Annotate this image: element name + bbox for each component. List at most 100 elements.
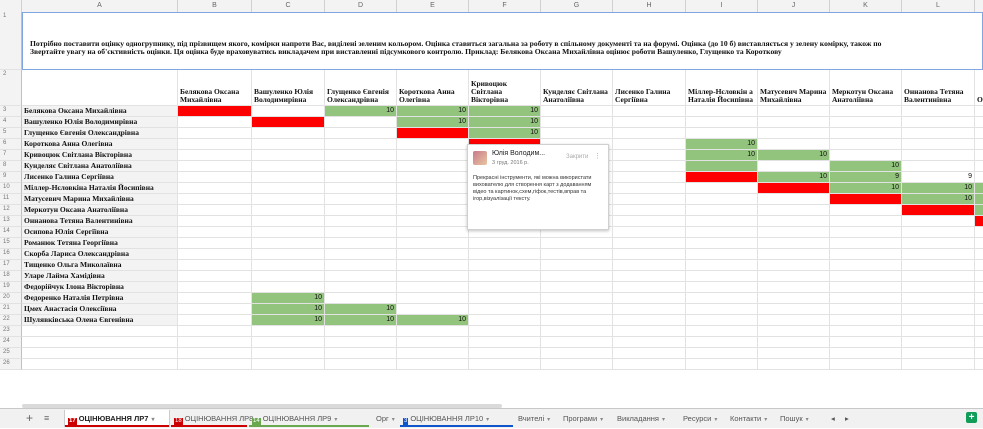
student-name-cell[interactable]: Глущенко Євгенія Олександрівна — [22, 128, 178, 139]
grade-cell[interactable] — [325, 249, 397, 260]
grade-cell[interactable] — [613, 216, 686, 227]
chevron-down-icon[interactable]: ▾ — [151, 417, 154, 423]
grade-cell[interactable] — [758, 304, 830, 315]
grade-cell[interactable] — [902, 150, 975, 161]
grade-cell[interactable] — [686, 216, 758, 227]
grade-cell[interactable] — [830, 326, 902, 337]
grade-cell[interactable] — [397, 293, 469, 304]
tab-вчителі[interactable]: Вчителі ▾ — [515, 410, 559, 427]
grade-cell[interactable] — [975, 260, 983, 271]
student-name-cell[interactable]: Романюк Тетяна Георгіївна — [22, 238, 178, 249]
grade-cell[interactable] — [975, 238, 983, 249]
grade-cell[interactable] — [975, 326, 983, 337]
grade-cell[interactable] — [830, 128, 902, 139]
grade-cell[interactable] — [613, 172, 686, 183]
column-header-h[interactable]: H — [613, 0, 686, 12]
grade-cell[interactable] — [902, 139, 975, 150]
student-name-cell[interactable] — [22, 326, 178, 337]
row-header[interactable]: 14 — [0, 227, 22, 238]
grade-cell[interactable] — [178, 293, 252, 304]
grade-cell[interactable] — [178, 117, 252, 128]
comment-popup[interactable]: Юлія Володим... 3 груд. 2016 р. Закрити … — [467, 144, 609, 230]
tab-контакти[interactable]: Контакти ▾ — [727, 410, 775, 427]
explore-button[interactable]: + — [966, 412, 977, 423]
student-name-cell[interactable]: Осипова Юлія Сергіївна — [22, 227, 178, 238]
grade-cell-green[interactable]: 10 — [252, 315, 325, 326]
row-header[interactable]: 10 — [0, 183, 22, 194]
grade-cell[interactable] — [830, 337, 902, 348]
column-header-b[interactable]: B — [178, 0, 252, 12]
grade-cell[interactable] — [325, 282, 397, 293]
grade-cell[interactable] — [975, 139, 983, 150]
tab-викладання[interactable]: Викладання ▾ — [614, 410, 678, 427]
grade-cell[interactable] — [686, 183, 758, 194]
chevron-down-icon[interactable]: ▾ — [806, 417, 809, 423]
grade-cell-red[interactable] — [902, 205, 975, 216]
grade-cell-green[interactable]: 10 — [252, 304, 325, 315]
student-name-cell[interactable]: Уларе Лайма Хамідівна — [22, 271, 178, 282]
grade-cell[interactable] — [613, 194, 686, 205]
grade-cell[interactable] — [758, 249, 830, 260]
chevron-down-icon[interactable]: ▾ — [764, 417, 767, 423]
row-header[interactable]: 9 — [0, 172, 22, 183]
all-sheets-menu-icon[interactable]: ≡ — [44, 413, 49, 423]
grade-cell[interactable] — [686, 106, 758, 117]
row-header[interactable]: 4 — [0, 117, 22, 128]
grade-cell[interactable] — [758, 260, 830, 271]
grade-cell[interactable] — [758, 315, 830, 326]
grade-cell[interactable] — [975, 117, 983, 128]
student-name-cell[interactable]: Оннанова Тетяна Валентинівна — [22, 216, 178, 227]
student-name-cell[interactable]: Цмех Анастасія Олексіївна — [22, 304, 178, 315]
grade-cell[interactable] — [469, 304, 541, 315]
row-header[interactable]: 16 — [0, 249, 22, 260]
student-name-cell[interactable]: Федоренко Наталія Петрівна — [22, 293, 178, 304]
chevron-down-icon[interactable]: ▾ — [662, 417, 665, 423]
grade-cell[interactable] — [178, 161, 252, 172]
grade-cell[interactable] — [178, 194, 252, 205]
grade-cell[interactable] — [469, 315, 541, 326]
grade-cell[interactable] — [686, 249, 758, 260]
grade-cell[interactable] — [975, 315, 983, 326]
student-name-cell[interactable]: Скорба Лариса Олександрівна — [22, 249, 178, 260]
grade-cell[interactable] — [178, 348, 252, 359]
grade-cell[interactable] — [397, 150, 469, 161]
row-header[interactable]: 8 — [0, 161, 22, 172]
grade-cell[interactable] — [902, 282, 975, 293]
student-name-cell[interactable]: Кунделяє Світлана Анатоліївна — [22, 161, 178, 172]
header-cell-student[interactable]: Белякова Оксана Михайлівна — [178, 70, 252, 106]
grade-cell-red[interactable] — [178, 106, 252, 117]
student-name-cell[interactable]: Вашуленко Юлія Володимирівна — [22, 117, 178, 128]
column-header-j[interactable]: J — [758, 0, 830, 12]
select-all-corner[interactable] — [0, 0, 22, 12]
student-name-cell[interactable] — [22, 359, 178, 370]
column-header-f[interactable]: F — [469, 0, 541, 12]
grade-cell[interactable] — [325, 359, 397, 370]
grade-cell[interactable] — [541, 238, 613, 249]
grade-cell[interactable] — [325, 216, 397, 227]
student-name-cell[interactable]: Шулявківська Олена Євгенівна — [22, 315, 178, 326]
grade-cell[interactable] — [975, 304, 983, 315]
row-header[interactable]: 3 — [0, 106, 22, 117]
grade-cell[interactable] — [252, 260, 325, 271]
grade-cell[interactable] — [902, 359, 975, 370]
grade-cell[interactable] — [541, 348, 613, 359]
grade-cell-green[interactable]: 10 — [325, 304, 397, 315]
grade-cell[interactable] — [178, 205, 252, 216]
grade-cell[interactable] — [613, 183, 686, 194]
grade-cell[interactable] — [178, 326, 252, 337]
column-header-g[interactable]: G — [541, 0, 613, 12]
grade-cell[interactable] — [325, 260, 397, 271]
grade-cell[interactable] — [325, 172, 397, 183]
grade-cell[interactable] — [830, 117, 902, 128]
grade-cell[interactable] — [252, 337, 325, 348]
chevron-down-icon[interactable]: ▾ — [600, 417, 603, 423]
grade-cell[interactable] — [830, 260, 902, 271]
header-cell-student[interactable]: Оннанова Тетяна Валентинівна — [902, 70, 975, 106]
header-cell-student[interactable]: Кунделяє Світлана Анатоліївна — [541, 70, 613, 106]
grade-cell-red[interactable] — [397, 128, 469, 139]
grade-cell[interactable] — [686, 326, 758, 337]
grade-cell-green[interactable] — [686, 161, 758, 172]
scroll-tabs-left-icon[interactable]: ◂ — [828, 410, 840, 427]
grade-cell-green[interactable]: 10 — [975, 205, 983, 216]
grade-cell[interactable] — [758, 139, 830, 150]
